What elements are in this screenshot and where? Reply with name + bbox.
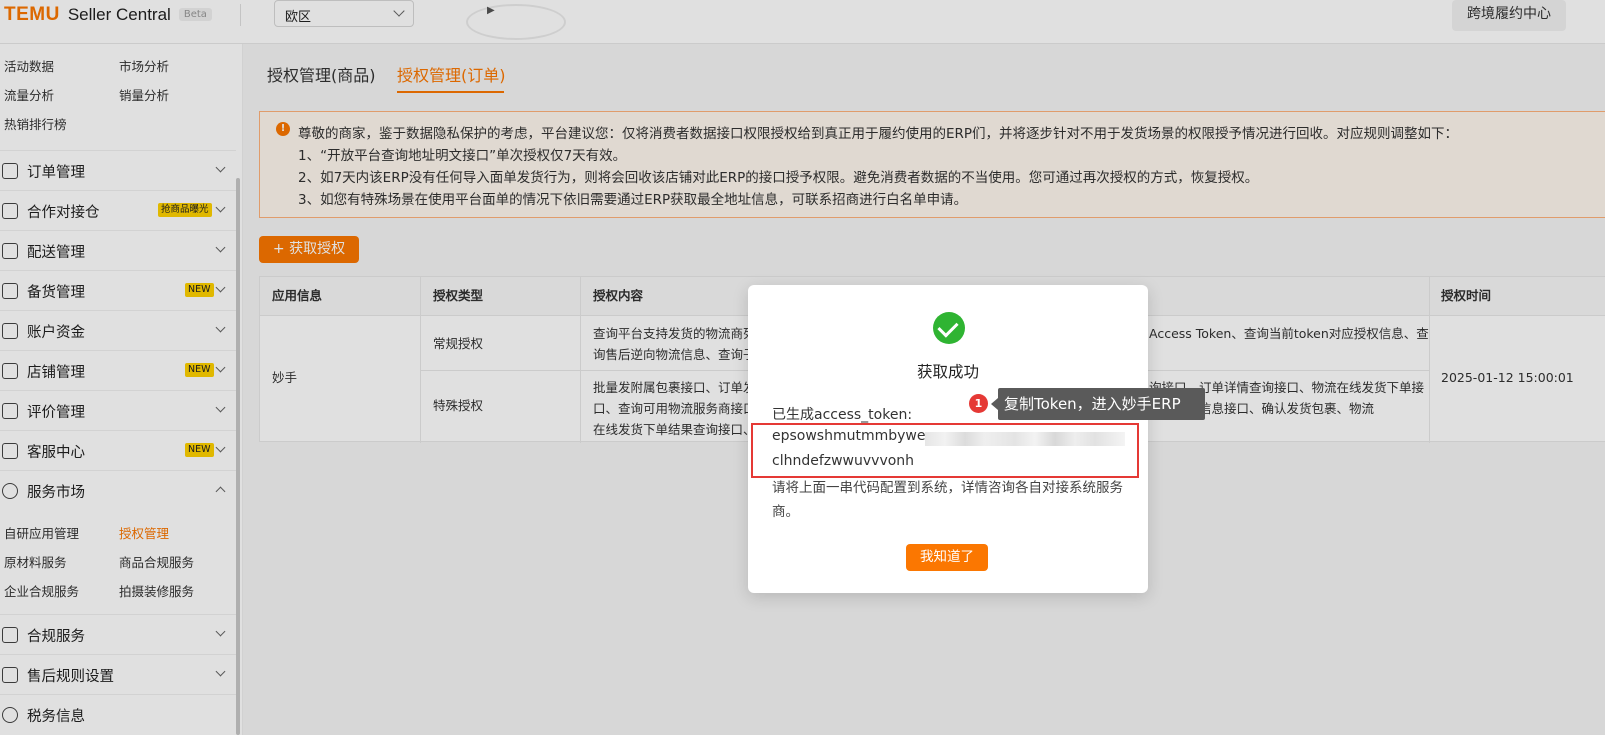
token-highlight-box bbox=[751, 423, 1139, 478]
token-hint: 请将上面一串代码配置到系统，详情咨询各自对接系统服务商。 bbox=[772, 480, 1123, 520]
check-circle-icon bbox=[933, 312, 965, 344]
success-modal: 获取成功 已生成access_token: epsowshmutmmbywen … bbox=[748, 285, 1148, 593]
confirm-button[interactable]: 我知道了 bbox=[906, 544, 988, 571]
token-label: 已生成access_token: bbox=[772, 407, 913, 423]
step-number-badge: 1 bbox=[969, 394, 988, 413]
instruction-tooltip: 复制Token，进入妙手ERP bbox=[991, 388, 1205, 420]
modal-title: 获取成功 bbox=[916, 363, 979, 381]
